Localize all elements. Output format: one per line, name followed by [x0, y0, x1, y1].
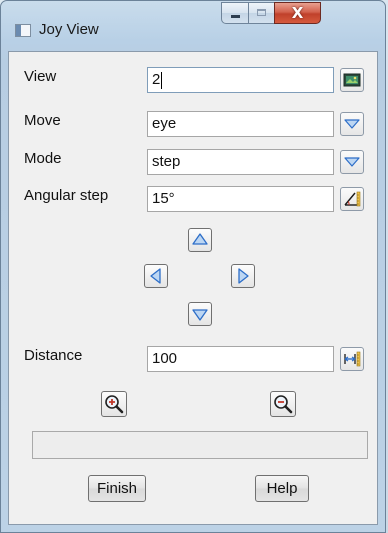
arrow-left-icon: [150, 268, 161, 284]
zoom-out-icon: [274, 395, 293, 414]
arrow-down-icon: [192, 309, 208, 321]
minimize-button[interactable]: [221, 2, 249, 24]
maximize-button[interactable]: [248, 2, 275, 24]
move-label: Move: [24, 112, 61, 129]
status-message-box: [32, 431, 368, 459]
move-dropdown-button[interactable]: [340, 112, 364, 136]
move-field[interactable]: eye: [147, 111, 334, 137]
text-caret: [161, 71, 163, 89]
chevron-down-icon: [344, 157, 360, 167]
distance-picker-button[interactable]: [340, 347, 364, 371]
distance-field[interactable]: 100: [147, 346, 334, 372]
move-right-button[interactable]: [231, 264, 255, 288]
angle-picker-button[interactable]: [340, 187, 364, 211]
mode-label: Mode: [24, 150, 62, 167]
close-button[interactable]: X: [274, 2, 321, 24]
chevron-down-icon: [344, 119, 360, 129]
window-title: Joy View: [39, 21, 99, 38]
view-picker-button[interactable]: [340, 68, 364, 92]
help-button[interactable]: Help: [255, 475, 309, 502]
view-picker-icon: [343, 73, 361, 87]
arrow-up-icon: [192, 233, 208, 245]
distance-picker-icon: [344, 351, 361, 367]
finish-button[interactable]: Finish: [88, 475, 146, 502]
app-window-icon: [15, 24, 31, 37]
angular-step-field[interactable]: 15°: [147, 186, 334, 212]
move-down-button[interactable]: [188, 302, 212, 326]
zoom-out-button[interactable]: [270, 391, 296, 417]
title-bar[interactable]: Joy View X: [1, 1, 385, 51]
angular-step-label: Angular step: [24, 187, 109, 204]
move-left-button[interactable]: [144, 264, 168, 288]
maximize-icon: [257, 9, 266, 16]
view-value: 2: [152, 71, 161, 88]
move-up-button[interactable]: [188, 228, 212, 252]
angle-picker-icon: [344, 191, 361, 207]
window-controls: X: [221, 2, 379, 24]
distance-label: Distance: [24, 347, 83, 364]
mode-field[interactable]: step: [147, 149, 334, 175]
view-field[interactable]: 2: [147, 67, 334, 93]
zoom-in-icon: [105, 395, 124, 414]
view-label: View: [24, 68, 57, 85]
close-icon: X: [291, 4, 304, 22]
minimize-icon: [231, 15, 240, 18]
arrow-right-icon: [238, 268, 249, 284]
zoom-in-button[interactable]: [101, 391, 127, 417]
mode-dropdown-button[interactable]: [340, 150, 364, 174]
